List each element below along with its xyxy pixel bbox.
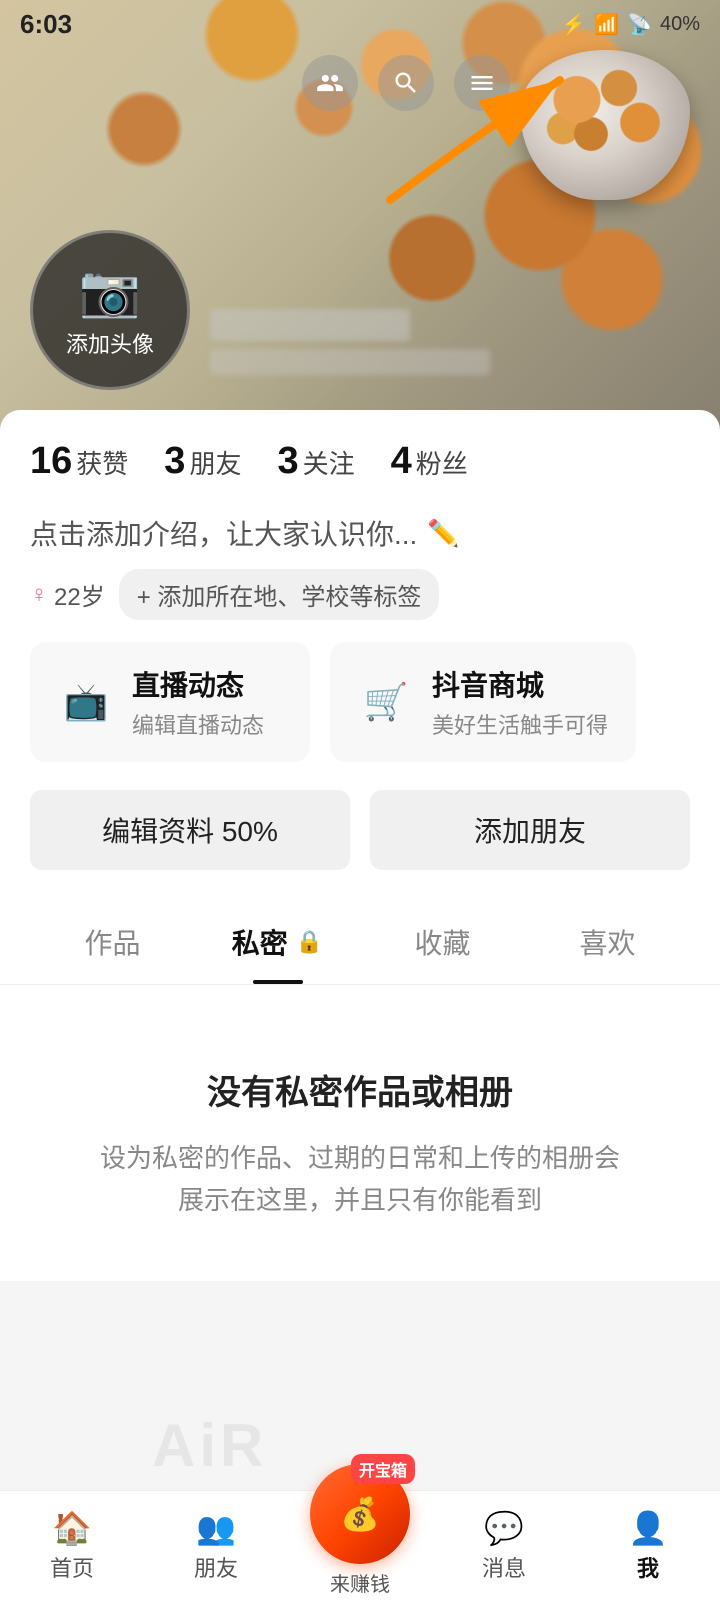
bottom-spacer [0, 1281, 720, 1401]
tab-likes-label: 喜欢 [579, 922, 635, 962]
nav-friends[interactable]: 👥 朋友 [144, 1509, 288, 1583]
live-feature-card[interactable]: 📺 直播动态 编辑直播动态 [30, 642, 310, 762]
tab-works[interactable]: 作品 [30, 900, 195, 984]
nav-message[interactable]: 💬 消息 [432, 1509, 576, 1583]
home-icon: 🏠 [52, 1509, 92, 1547]
tab-bar: 作品 私密 🔒 收藏 喜欢 [0, 900, 720, 985]
nav-earn[interactable]: 开宝箱 💰 来赚钱 [288, 1494, 432, 1597]
age-text: 22岁 [54, 577, 105, 612]
status-icons: ⚡ 📶 📡 40% [561, 12, 700, 37]
edit-profile-button[interactable]: 编辑资料 50% [30, 790, 350, 870]
add-friend-button[interactable]: 添加朋友 [370, 790, 690, 870]
add-friend-label: 添加朋友 [474, 810, 586, 850]
avatar-section[interactable]: 📷 添加头像 [30, 230, 190, 390]
battery-level: 40% [660, 13, 700, 36]
tab-likes[interactable]: 喜欢 [525, 900, 690, 984]
arrow-annotation [370, 60, 590, 220]
action-buttons: 编辑资料 50% 添加朋友 [30, 790, 690, 870]
age-tag: ♀ 22岁 [30, 577, 105, 612]
bio-edit-icon[interactable]: ✏️ [427, 518, 459, 549]
bio-section: 点击添加介绍，让大家认识你... ✏️ ♀ 22岁 + 添加所在地、学校等标签 [30, 513, 690, 620]
shop-feature-card[interactable]: 🛒 抖音商城 美好生活触手可得 [330, 642, 636, 762]
wifi-icon: 📶 [594, 12, 619, 37]
avatar-circle[interactable]: 📷 添加头像 [30, 230, 190, 390]
message-icon: 💬 [484, 1509, 524, 1547]
tv-icon: 📺 [58, 674, 114, 730]
people-icon [316, 69, 344, 97]
nav-home-label: 首页 [50, 1551, 94, 1583]
earn-money-button[interactable]: 开宝箱 💰 [310, 1464, 410, 1564]
empty-title: 没有私密作品或相册 [207, 1065, 513, 1114]
tab-works-label: 作品 [84, 922, 140, 962]
lock-icon: 🔒 [296, 929, 323, 955]
shop-feature-text: 抖音商城 美好生活触手可得 [432, 664, 608, 740]
tab-collect-label: 收藏 [414, 922, 470, 962]
friends-count: 3 [164, 440, 185, 483]
likes-count: 16 [30, 440, 72, 483]
feature-row: 📺 直播动态 编辑直播动态 🛒 抖音商城 美好生活触手可得 [30, 642, 690, 762]
following-label: 关注 [303, 444, 355, 481]
live-subtitle: 编辑直播动态 [132, 708, 264, 740]
empty-desc: 设为私密的作品、过期的日常和上传的相册会展示在这里，并且只有你能看到 [100, 1138, 620, 1221]
gender-icon: ♀ [30, 581, 48, 609]
followers-label: 粉丝 [416, 444, 468, 481]
friends-button[interactable] [302, 55, 358, 111]
nav-earn-label: 来赚钱 [330, 1568, 390, 1597]
friends-label: 朋友 [189, 444, 241, 481]
tab-private[interactable]: 私密 🔒 [195, 900, 360, 984]
shop-subtitle: 美好生活触手可得 [432, 708, 608, 740]
edit-profile-label: 编辑资料 50% [102, 810, 278, 850]
live-feature-text: 直播动态 编辑直播动态 [132, 664, 264, 740]
profile-nav-icon: 👤 [628, 1509, 668, 1547]
stat-likes[interactable]: 16 获赞 [30, 440, 128, 483]
bio-row[interactable]: 点击添加介绍，让大家认识你... ✏️ [30, 513, 690, 553]
signal-icon: 📡 [627, 12, 652, 37]
main-content: 16 获赞 3 朋友 3 关注 4 粉丝 点击添加介绍，让大家认识你... ✏️… [0, 410, 720, 1281]
nav-profile-label: 我 [637, 1551, 659, 1583]
bluetooth-icon: ⚡ [561, 12, 586, 37]
nav-message-label: 消息 [482, 1551, 526, 1583]
nav-profile[interactable]: 👤 我 [576, 1509, 720, 1583]
tab-collect[interactable]: 收藏 [360, 900, 525, 984]
nav-friends-label: 朋友 [194, 1551, 238, 1583]
header-banner: 📷 添加头像 [0, 0, 720, 430]
friends-nav-icon: 👥 [196, 1509, 236, 1547]
followers-count: 4 [391, 440, 412, 483]
username-area [210, 309, 700, 375]
avatar-label: 添加头像 [66, 327, 154, 359]
shop-title: 抖音商城 [432, 664, 608, 704]
stats-row: 16 获赞 3 朋友 3 关注 4 粉丝 [30, 440, 690, 483]
air-watermark: AiR [152, 1411, 267, 1480]
add-tag-label: + 添加所在地、学校等标签 [137, 577, 422, 612]
add-tag-button[interactable]: + 添加所在地、学校等标签 [119, 569, 440, 620]
stat-friends[interactable]: 3 朋友 [164, 440, 241, 483]
camera-icon: 📷 [79, 262, 141, 321]
earn-badge: 开宝箱 [351, 1454, 415, 1484]
empty-state: 没有私密作品或相册 设为私密的作品、过期的日常和上传的相册会展示在这里，并且只有… [30, 985, 690, 1281]
tab-private-label: 私密 [232, 922, 288, 962]
username-blurred [210, 309, 410, 341]
nav-home[interactable]: 🏠 首页 [0, 1509, 144, 1583]
following-count: 3 [277, 440, 298, 483]
cart-icon: 🛒 [358, 674, 414, 730]
tags-row: ♀ 22岁 + 添加所在地、学校等标签 [30, 569, 690, 620]
user-id-blurred [210, 349, 490, 375]
live-title: 直播动态 [132, 664, 264, 704]
bottom-navigation: 🏠 首页 👥 朋友 开宝箱 💰 来赚钱 💬 消息 👤 我 [0, 1490, 720, 1600]
likes-label: 获赞 [76, 444, 128, 481]
stat-following[interactable]: 3 关注 [277, 440, 354, 483]
bio-placeholder: 点击添加介绍，让大家认识你... [30, 513, 417, 553]
arrow-svg [370, 60, 590, 220]
status-bar: 6:03 ⚡ 📶 📡 40% [0, 0, 720, 48]
status-time: 6:03 [20, 9, 72, 40]
stat-followers[interactable]: 4 粉丝 [391, 440, 468, 483]
